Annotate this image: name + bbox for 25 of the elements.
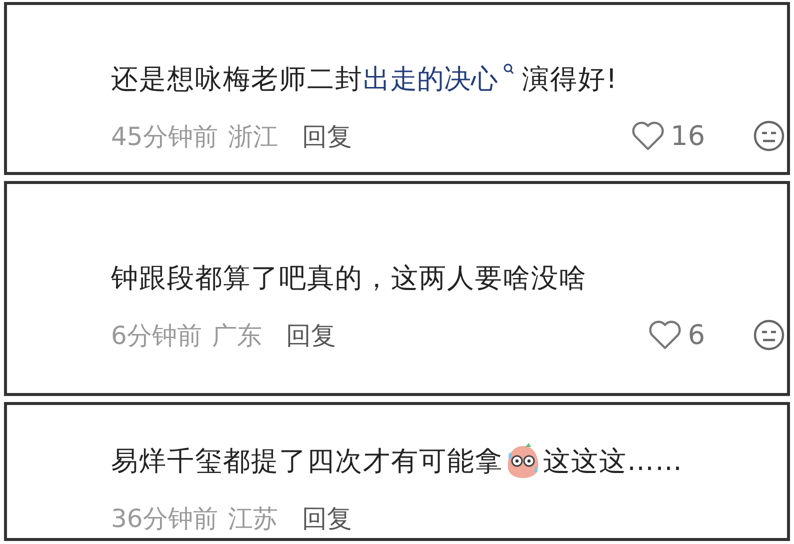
comment-time: 45分钟前 bbox=[111, 120, 218, 152]
reply-link[interactable]: 回复 bbox=[302, 120, 352, 152]
comment-time: 36分钟前 bbox=[111, 502, 218, 534]
comment-location: 广东 bbox=[212, 320, 262, 352]
reply-link[interactable]: 回复 bbox=[286, 318, 336, 352]
reaction-button[interactable] bbox=[753, 120, 785, 152]
emoji-face-icon bbox=[753, 319, 785, 351]
topic-link[interactable]: 出走的决心 bbox=[363, 61, 514, 97]
like-button[interactable]: 16 bbox=[630, 120, 705, 152]
comment-location: 浙江 bbox=[228, 120, 278, 152]
comment-text: 钟跟段都算了吧真的，这两人要啥没啥 bbox=[111, 262, 587, 296]
search-icon bbox=[502, 63, 514, 77]
reaction-button[interactable] bbox=[753, 319, 785, 351]
comment-text: 演得好! bbox=[522, 63, 618, 97]
heart-icon bbox=[648, 320, 682, 350]
heart-icon bbox=[630, 121, 665, 151]
comment-text: 这这这…… bbox=[543, 445, 683, 479]
comment-time: 6分钟前 bbox=[111, 320, 202, 352]
emoji-face-icon bbox=[753, 120, 785, 152]
like-button[interactable]: 6 bbox=[648, 320, 705, 350]
emoji-sticker-icon bbox=[505, 442, 541, 480]
comment-text: 易烊千玺都提了四次才有可能拿 bbox=[111, 445, 503, 479]
comment-location: 江苏 bbox=[228, 502, 278, 534]
comment-text: 还是想咏梅老师二封 bbox=[111, 63, 363, 97]
reply-link[interactable]: 回复 bbox=[302, 502, 352, 534]
